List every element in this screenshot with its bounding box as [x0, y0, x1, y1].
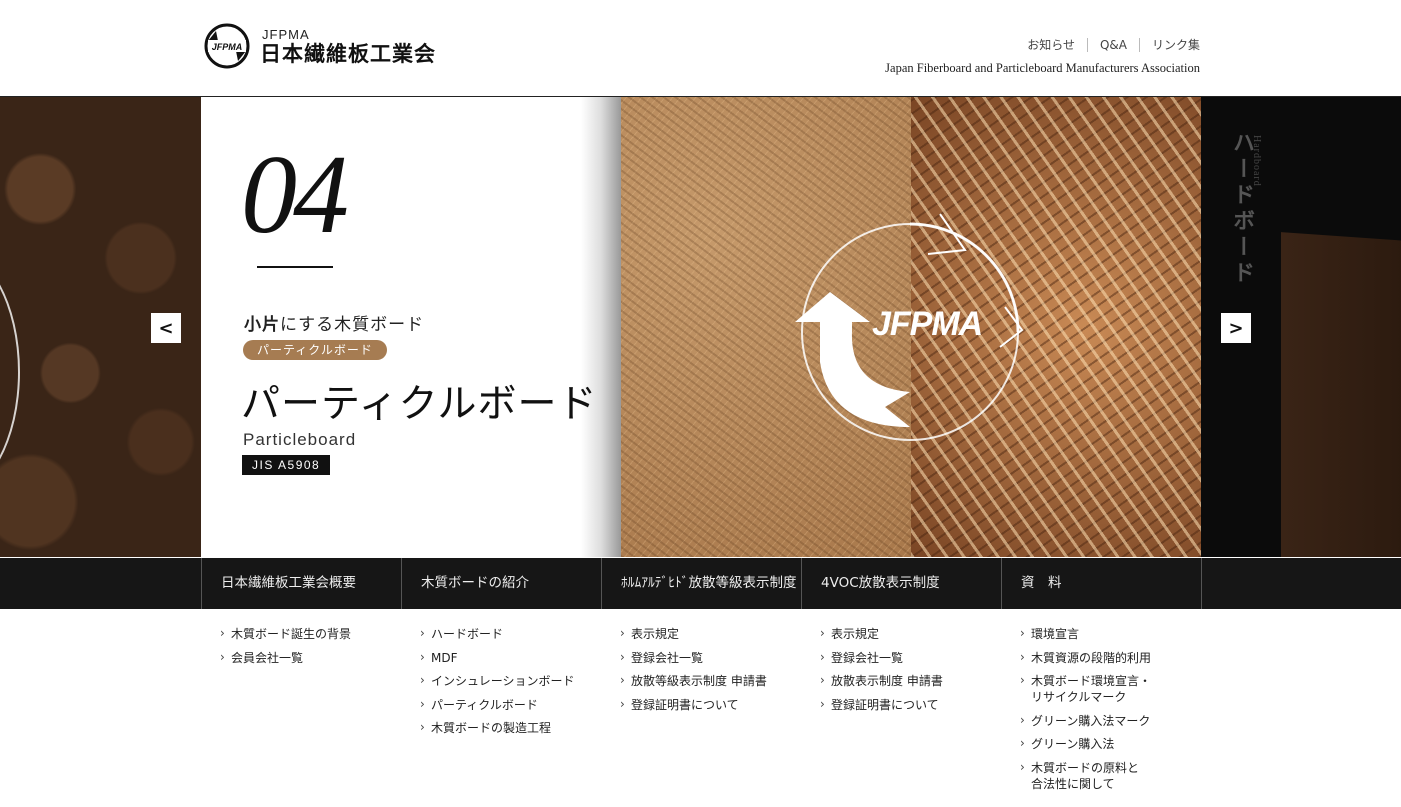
slide-number: 04: [241, 133, 349, 257]
prev-slide-button[interactable]: <: [151, 313, 181, 343]
catch-strong: 小片: [244, 315, 280, 335]
submenu-item[interactable]: グリーン購入法: [1020, 735, 1201, 752]
utility-links: お知らせ Q&A リンク集: [1015, 38, 1200, 52]
submenu-item[interactable]: 木質ボードの製造工程: [420, 719, 601, 736]
submenu-about: 木質ボード誕生の背景 会員会社一覧: [201, 625, 401, 799]
next-slide-button[interactable]: >: [1221, 313, 1251, 343]
submenu-item[interactable]: MDF: [420, 649, 601, 666]
slide-number-rule: [257, 266, 333, 268]
submenu-item[interactable]: 木質ボードの原料と 合法性に関して: [1020, 759, 1201, 792]
chevron-right-icon: >: [1228, 317, 1244, 339]
next-slide-title-en: Hardboard: [1251, 135, 1262, 187]
submenu-formaldehyde: 表示規定 登録会社一覧 放散等級表示制度 申請書 登録証明書について: [601, 625, 801, 799]
nav-boards[interactable]: 木質ボードの紹介: [402, 558, 602, 609]
submenu-item[interactable]: 木質ボード誕生の背景: [220, 625, 401, 642]
submenu-item[interactable]: 会員会社一覧: [220, 649, 401, 666]
jis-badge: JIS A5908: [242, 455, 331, 475]
submenu-materials: 環境宣言 木質資源の段階的利用 木質ボード環境宣言・ リサイクルマーク グリーン…: [1001, 625, 1201, 799]
nav-materials[interactable]: 資 料: [1002, 558, 1202, 609]
link-qa[interactable]: Q&A: [1086, 38, 1139, 52]
slide-catchphrase: 小片にする木質ボード: [244, 310, 424, 335]
submenu-item[interactable]: 登録証明書について: [620, 696, 801, 713]
submenu-item[interactable]: 表示規定: [820, 625, 1001, 642]
submenu-item[interactable]: パーティクルボード: [420, 696, 601, 713]
submenu-item[interactable]: 木質ボード環境宣言・ リサイクルマーク: [1020, 672, 1201, 705]
submenu-item[interactable]: 放散表示制度 申請書: [820, 672, 1001, 689]
submenu-columns: 木質ボード誕生の背景 会員会社一覧 ハードボード MDF インシュレーションボー…: [201, 625, 1201, 799]
nav-4voc[interactable]: 4VOC放散表示制度: [802, 558, 1002, 609]
next-slide-board: [1281, 232, 1401, 557]
category-pill: パーティクルボード: [243, 340, 387, 360]
submenu-item[interactable]: 登録会社一覧: [620, 649, 801, 666]
site-logo[interactable]: JFPMA JFPMA 日本繊維板工業会: [202, 20, 436, 72]
slide-title-en: Particleboard: [243, 430, 357, 449]
link-links[interactable]: リンク集: [1138, 38, 1200, 52]
logo-mark-text: JFPMA: [212, 42, 243, 52]
slide-text-panel: 04 小片にする木質ボード パーティクルボード パーティクルボード Partic…: [201, 97, 621, 557]
site-tagline: Japan Fiberboard and Particleboard Manuf…: [885, 61, 1200, 75]
submenu-item[interactable]: 表示規定: [620, 625, 801, 642]
logo-name: 日本繊維板工業会: [260, 41, 436, 66]
global-nav: 日本繊維板工業会概要 木質ボードの紹介 ﾎﾙﾑｱﾙﾃﾞﾋﾄﾞ放散等級表示制度 4…: [0, 558, 1401, 609]
submenu-item[interactable]: インシュレーションボード: [420, 672, 601, 689]
chevron-left-icon: <: [158, 317, 174, 339]
prev-slide-arc: [0, 247, 20, 497]
submenu-item[interactable]: ハードボード: [420, 625, 601, 642]
submenu-item[interactable]: グリーン購入法マーク: [1020, 712, 1201, 729]
nav-about[interactable]: 日本繊維板工業会概要: [202, 558, 402, 609]
nav-formaldehyde[interactable]: ﾎﾙﾑｱﾙﾃﾞﾋﾄﾞ放散等級表示制度: [602, 558, 802, 609]
cycle-label: JFPMA: [872, 305, 983, 343]
catch-rest: にする木質ボード: [280, 315, 425, 335]
submenu-boards: ハードボード MDF インシュレーションボード パーティクルボード 木質ボードの…: [401, 625, 601, 799]
submenu-item[interactable]: 登録証明書について: [820, 696, 1001, 713]
submenu-4voc: 表示規定 登録会社一覧 放散表示制度 申請書 登録証明書について: [801, 625, 1001, 799]
link-news[interactable]: お知らせ: [1015, 38, 1087, 52]
site-header: JFPMA JFPMA 日本繊維板工業会 お知らせ Q&A リンク集 Japan…: [0, 0, 1401, 97]
hero-slider: 04 小片にする木質ボード パーティクルボード パーティクルボード Partic…: [0, 97, 1401, 557]
logo-abbr: JFPMA: [262, 26, 310, 42]
submenu-item[interactable]: 登録会社一覧: [820, 649, 1001, 666]
submenu-item[interactable]: 環境宣言: [1020, 625, 1201, 642]
slide-title-ja: パーティクルボード: [241, 382, 598, 427]
logo-mark-icon: JFPMA: [202, 21, 252, 71]
submenu-item[interactable]: 放散等級表示制度 申請書: [620, 672, 801, 689]
submenu-item[interactable]: 木質資源の段階的利用: [1020, 649, 1201, 666]
